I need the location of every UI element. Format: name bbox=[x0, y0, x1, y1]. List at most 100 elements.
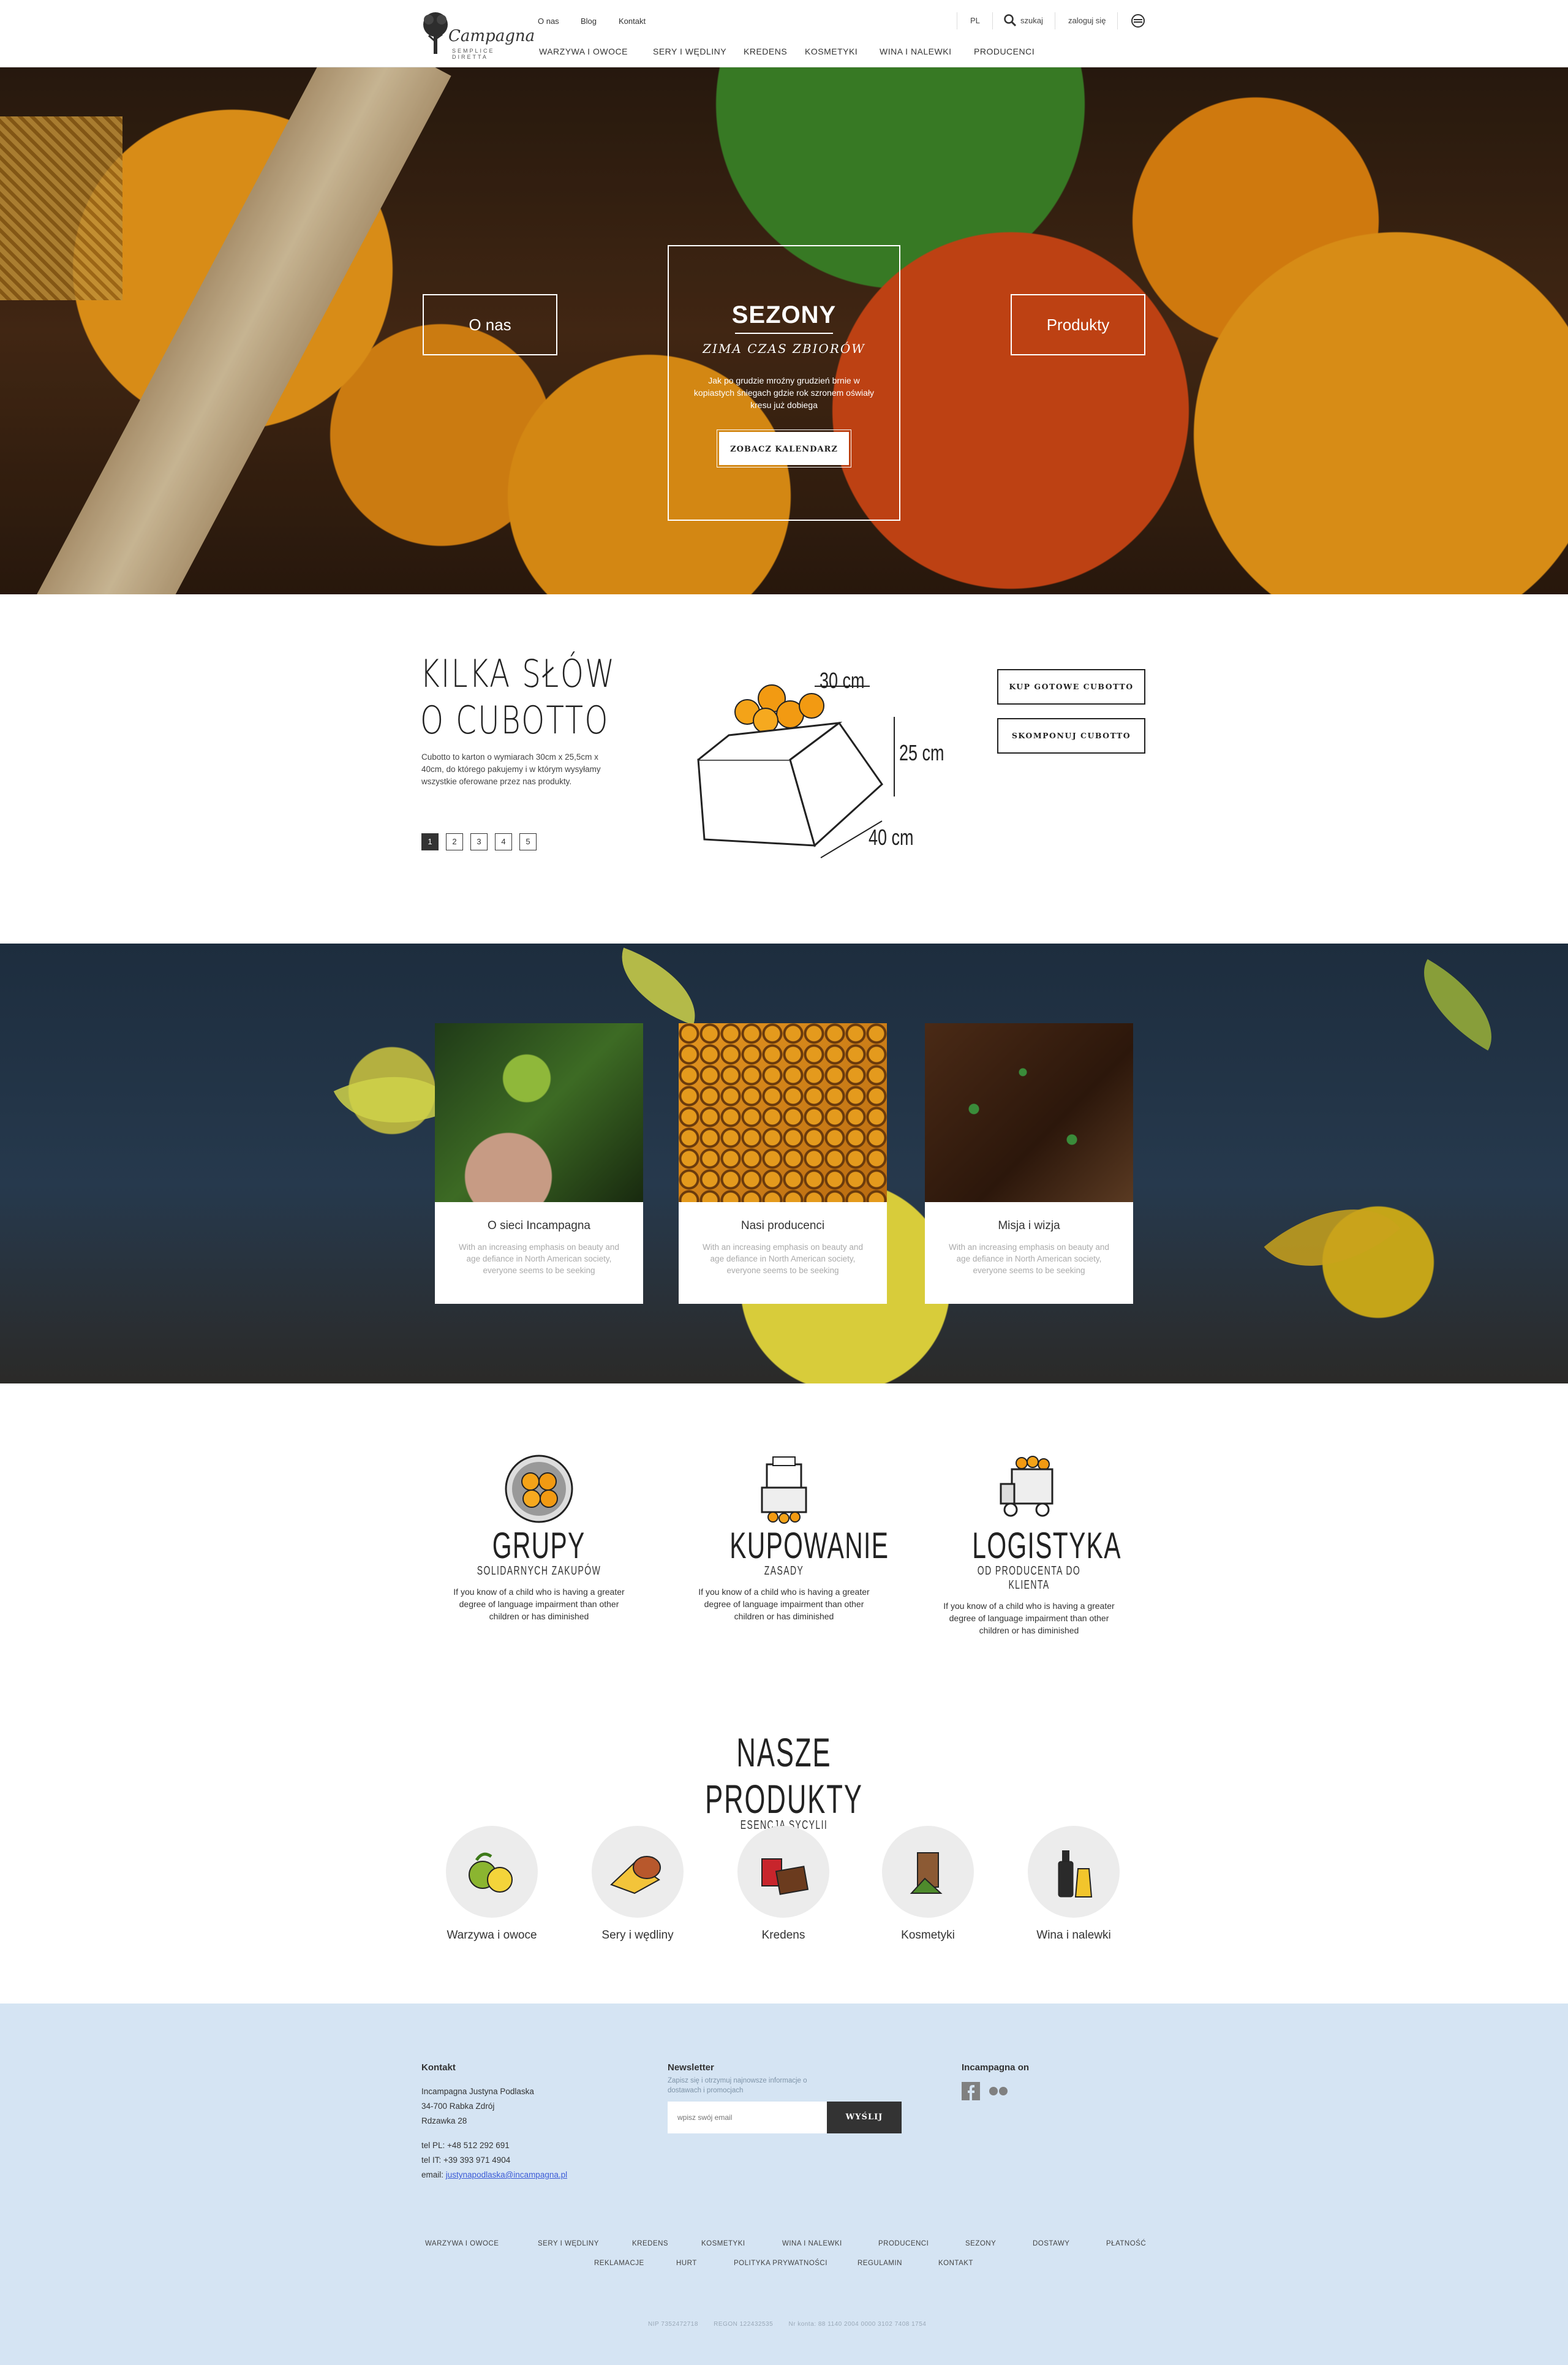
footer-link[interactable]: REKLAMACJE bbox=[594, 2260, 644, 2267]
info-subtitle: ZASADY bbox=[764, 1564, 804, 1578]
cart-icon[interactable] bbox=[1131, 13, 1145, 30]
feature-card[interactable]: Nasi producenci With an increasing empha… bbox=[679, 1023, 887, 1304]
hero-season-box: SEZONY ZIMA CZAS ZBIORÓW Jak po grudzie … bbox=[668, 245, 900, 521]
nav-wina[interactable]: WINA I NALEWKI bbox=[880, 47, 951, 56]
footer-link[interactable]: KONTAKT bbox=[938, 2260, 973, 2267]
search-link[interactable]: szukaj bbox=[1020, 16, 1043, 25]
feature-card[interactable]: Misja i wizja With an increasing emphasi… bbox=[925, 1023, 1133, 1304]
cash-register-icon bbox=[761, 1456, 807, 1524]
product-label: Warzywa i owoce bbox=[447, 1929, 537, 1942]
nav-kosmetyki[interactable]: KOSMETYKI bbox=[805, 47, 858, 56]
info-groups: GRUPY SOLIDARNYCH ZAKUPÓW If you know of… bbox=[447, 1524, 631, 1622]
divider bbox=[992, 12, 993, 29]
hero-about-button[interactable]: O nas bbox=[423, 294, 557, 355]
footer-link[interactable]: KOSMETYKI bbox=[701, 2240, 745, 2247]
info-title: GRUPY bbox=[492, 1525, 586, 1566]
facebook-icon[interactable] bbox=[962, 2082, 980, 2100]
newsletter-text: Zapisz się i otrzymuj najnowsze informac… bbox=[668, 2077, 807, 2094]
truck-icon bbox=[1000, 1456, 1054, 1517]
footer-link[interactable]: POLITYKA PRYWATNOŚCI bbox=[734, 2260, 827, 2267]
cubotto-description: Cubotto to karton o wymiarach 30cm x 25,… bbox=[421, 752, 601, 786]
hero-title: SEZONY bbox=[731, 301, 837, 328]
search-icon[interactable] bbox=[1003, 13, 1017, 29]
info-title: LOGISTYKA bbox=[972, 1525, 1121, 1566]
newsletter-email-input[interactable] bbox=[668, 2102, 827, 2133]
hero-text: Jak po grudzie mroźny grudzień brnie w k… bbox=[693, 376, 875, 410]
logo[interactable]: Campagna SEMPLICE DIRETTA bbox=[421, 10, 535, 60]
pager-4[interactable]: 4 bbox=[495, 833, 512, 850]
feature-title: Nasi producenci bbox=[741, 1219, 825, 1232]
cheese-icon bbox=[592, 1826, 684, 1918]
product-label: Kosmetyki bbox=[901, 1929, 955, 1942]
feature-image-producers bbox=[679, 1023, 887, 1202]
social-title: Incampagna on bbox=[962, 2062, 1030, 2073]
nav-sery[interactable]: SERY I WĘDLINY bbox=[653, 47, 726, 56]
feature-text: With an increasing emphasis on beauty an… bbox=[459, 1243, 619, 1275]
cubotto-title-line1: KILKA SŁÓW bbox=[420, 651, 616, 696]
footer-link[interactable]: PRODUCENCI bbox=[878, 2240, 929, 2247]
pager-3[interactable]: 3 bbox=[470, 833, 488, 850]
nav-kredens[interactable]: KREDENS bbox=[744, 47, 787, 56]
footer-link[interactable]: HURT bbox=[676, 2260, 697, 2267]
feature-text: With an increasing emphasis on beauty an… bbox=[949, 1243, 1109, 1275]
divider bbox=[1117, 12, 1118, 29]
feature-title: Misja i wizja bbox=[998, 1219, 1060, 1232]
newsletter-title: Newsletter bbox=[668, 2062, 714, 2073]
footer-link[interactable]: REGULAMIN bbox=[858, 2260, 902, 2267]
hero-title-underline bbox=[735, 333, 833, 334]
feature-text: With an increasing emphasis on beauty an… bbox=[703, 1243, 863, 1275]
feature-image-mission bbox=[925, 1023, 1133, 1202]
footer-address: Incampagna Justyna Podlaska 34-700 Rabka… bbox=[421, 2087, 534, 2125]
flickr-icon[interactable] bbox=[989, 2086, 1008, 2097]
info-buying: KUPOWANIE ZASADY If you know of a child … bbox=[692, 1524, 888, 1622]
pager-5[interactable]: 5 bbox=[519, 833, 537, 850]
logo-text: Campagna bbox=[448, 27, 535, 45]
dimension-width: 30 cm bbox=[820, 668, 865, 693]
product-category[interactable]: Kredens bbox=[737, 1826, 829, 1942]
footer-link[interactable]: PŁATNOŚĆ bbox=[1106, 2240, 1146, 2247]
nav-warzywa[interactable]: WARZYWA I OWOCE bbox=[539, 47, 628, 56]
top-link-blog[interactable]: Blog bbox=[581, 17, 597, 26]
product-category[interactable]: Wina i nalewki bbox=[1028, 1826, 1120, 1942]
footer-email-link[interactable]: justynapodlaska@incampagna.pl bbox=[446, 2170, 567, 2179]
cosmetics-icon bbox=[882, 1826, 974, 1918]
product-category[interactable]: Warzywa i owoce bbox=[446, 1826, 538, 1942]
footer-link[interactable]: WARZYWA I OWOCE bbox=[425, 2240, 499, 2247]
pager-1[interactable]: 1 bbox=[421, 833, 439, 850]
cubotto-title: KILKA SŁÓW O CUBOTTO bbox=[420, 651, 616, 744]
info-text: If you know of a child who is having a g… bbox=[943, 1601, 1115, 1635]
nav-producenci[interactable]: PRODUCENCI bbox=[974, 47, 1035, 56]
footer-legal: NIP 7352472718 REGON 122432535 Nr konta:… bbox=[648, 2321, 927, 2328]
product-label: Sery i wędliny bbox=[601, 1929, 674, 1942]
feature-card[interactable]: O sieci Incampagna With an increasing em… bbox=[435, 1023, 643, 1304]
site-footer: Kontakt Incampagna Justyna Podlaska 34-7… bbox=[0, 2004, 1568, 2365]
wine-bottle-icon bbox=[1028, 1826, 1120, 1918]
product-category[interactable]: Sery i wędliny bbox=[592, 1826, 684, 1942]
top-link-kontakt[interactable]: Kontakt bbox=[619, 17, 646, 26]
logo-subtitle: SEMPLICE DIRETTA bbox=[452, 48, 495, 60]
footer-link[interactable]: SEZONY bbox=[965, 2240, 996, 2247]
footer-link[interactable]: SERY I WĘDLINY bbox=[538, 2240, 599, 2247]
hero-banner: O nas Produkty SEZONY ZIMA CZAS ZBIORÓW … bbox=[0, 67, 1568, 594]
product-category[interactable]: Kosmetyki bbox=[882, 1826, 974, 1942]
login-link[interactable]: zaloguj się bbox=[1068, 16, 1106, 25]
buy-cubotto-button[interactable]: KUP GOTOWE CUBOTTO bbox=[997, 669, 1145, 705]
compose-cubotto-button[interactable]: SKOMPONUJ CUBOTTO bbox=[997, 718, 1145, 754]
hero-subtitle: ZIMA CZAS ZBIORÓW bbox=[703, 341, 865, 356]
footer-phones: tel PL: +48 512 292 691 tel IT: +39 393 … bbox=[421, 2141, 568, 2179]
site-header: Campagna SEMPLICE DIRETTA O nas Blog Kon… bbox=[0, 0, 1568, 67]
info-text: If you know of a child who is having a g… bbox=[453, 1587, 625, 1621]
jam-chocolate-icon bbox=[737, 1826, 829, 1918]
product-label: Wina i nalewki bbox=[1036, 1929, 1111, 1942]
hero-products-button[interactable]: Produkty bbox=[1011, 294, 1145, 355]
top-link-o-nas[interactable]: O nas bbox=[538, 17, 559, 26]
feature-image-network bbox=[435, 1023, 643, 1202]
features-section: O sieci Incampagna With an increasing em… bbox=[0, 944, 1568, 1383]
footer-link[interactable]: WINA I NALEWKI bbox=[782, 2240, 842, 2247]
footer-link[interactable]: KREDENS bbox=[632, 2240, 668, 2247]
newsletter-submit-button[interactable]: WYŚLIJ bbox=[827, 2102, 902, 2133]
language-selector[interactable]: PL bbox=[970, 16, 980, 25]
calendar-button[interactable]: ZOBACZ KALENDARZ bbox=[717, 429, 851, 467]
footer-link[interactable]: DOSTAWY bbox=[1033, 2240, 1069, 2247]
pager-2[interactable]: 2 bbox=[446, 833, 463, 850]
